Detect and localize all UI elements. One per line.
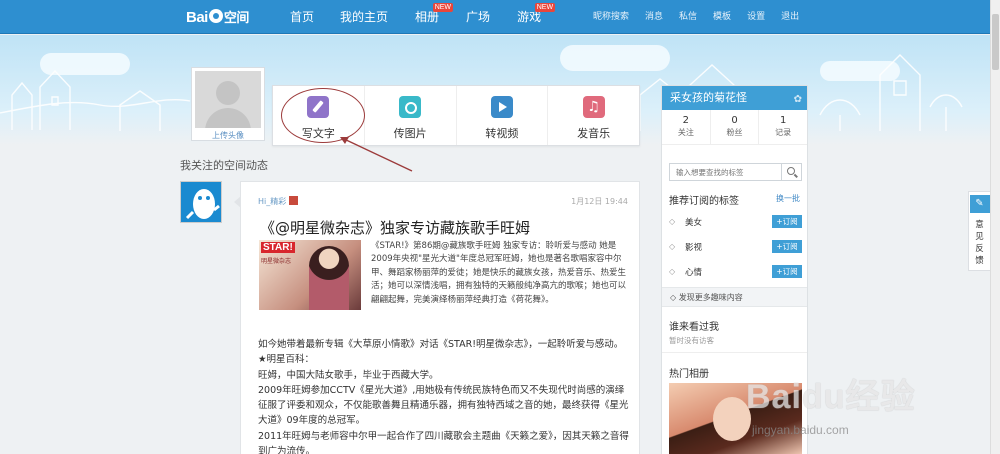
nav-label: 广场 <box>466 10 491 24</box>
username-text: 采女孩的菊花怪 <box>670 91 747 104</box>
nav-nickname-search[interactable]: 昵称搜索 <box>593 0 629 34</box>
stat-number: 2 <box>682 115 690 126</box>
visitors-empty-text: 暂时没有访客 <box>669 336 714 345</box>
scroll-thumb[interactable] <box>992 14 999 70</box>
search-button[interactable] <box>781 164 801 180</box>
divider <box>662 352 807 353</box>
nav-games[interactable]: 游戏 NEW <box>517 0 556 34</box>
stat-number: 1 <box>779 115 787 126</box>
watermark-logo-text: Baidu经验 <box>746 378 916 416</box>
category-icon <box>289 196 299 205</box>
discover-more-link[interactable]: ◇ 发现更多趣味内容 <box>662 287 807 307</box>
post-intro-text: 《STAR!》第86期@藏族歌手旺姆 独家专访：聆听爱与感动 她是2009年央视… <box>371 241 627 305</box>
sidebar-username[interactable]: 采女孩的菊花怪 ✿ <box>662 86 807 110</box>
tag-icon: ◇ <box>670 293 679 302</box>
nav-private-messages[interactable]: 私信 <box>679 0 697 34</box>
subscribe-button[interactable]: +订阅 <box>772 215 802 228</box>
discover-more-text: 发现更多趣味内容 <box>678 293 743 302</box>
tag-name-link[interactable]: 美女 <box>685 216 702 228</box>
post-music-button[interactable]: 发音乐 <box>548 86 639 145</box>
stat-label: 粉丝 <box>726 128 743 137</box>
publish-label: 发音乐 <box>577 127 611 140</box>
nav-label: 游戏 <box>517 10 542 24</box>
tag-name-link[interactable]: 影视 <box>685 241 702 253</box>
feed-section-title: 我关注的空间动态 <box>180 159 268 172</box>
hot-albums-title: 热门相册 <box>669 369 709 380</box>
tag-icon: ◇ <box>669 267 676 276</box>
nav-square[interactable]: 广场 <box>466 0 490 34</box>
magazine-subtitle: 明星微杂志 <box>261 258 292 265</box>
stat-label: 记录 <box>775 128 792 137</box>
new-badge: NEW <box>534 3 556 12</box>
profile-stats: 2 关注 0 粉丝 1 记录 <box>662 110 807 145</box>
gear-icon[interactable]: ✿ <box>794 88 802 112</box>
stat-records[interactable]: 1 记录 <box>759 110 807 144</box>
post-paragraph: ★明星百科： <box>258 354 315 366</box>
share-video-button[interactable]: 转视频 <box>457 86 549 145</box>
stat-following[interactable]: 2 关注 <box>662 110 711 144</box>
user-nav: 昵称搜索 消息 私信 模板 设置 退出 <box>593 0 815 34</box>
post-timestamp: 1月12日 19:44 <box>571 197 628 206</box>
tag-icon: ◇ <box>669 242 676 251</box>
nav-messages[interactable]: 消息 <box>645 0 663 34</box>
tag-row: ◇ 心情 +订阅 <box>669 265 802 279</box>
nav-templates[interactable]: 模板 <box>713 0 731 34</box>
video-icon <box>490 96 513 118</box>
post-title-link[interactable]: 《@明星微杂志》独家专访藏族歌手旺姆 <box>260 217 530 238</box>
music-icon <box>582 96 605 118</box>
search-icon <box>787 167 795 175</box>
post-thumbnail[interactable]: STAR! 明星微杂志 <box>259 240 361 310</box>
publish-label: 转视频 <box>485 127 519 140</box>
tag-search-input[interactable] <box>670 164 780 181</box>
tag-row: ◇ 美女 +订阅 <box>669 215 802 229</box>
mascot-icon <box>185 189 220 220</box>
recommended-tags-title: 推荐订阅的标签 <box>669 196 739 207</box>
post-meta: Hi_精彩 <box>258 196 299 207</box>
tag-name-link[interactable]: 心情 <box>685 266 702 278</box>
watermark-url: jingyan.baidu.com <box>752 423 849 437</box>
tag-search-box <box>669 163 802 181</box>
feed-post-card: Hi_精彩 1月12日 19:44 《@明星微杂志》独家专访藏族歌手旺姆 STA… <box>234 181 640 454</box>
nav-settings[interactable]: 设置 <box>747 0 765 34</box>
baidu-jingyan-watermark: Baidu经验 jingyan.baidu.com <box>746 365 956 445</box>
visitors-title: 谁来看过我 <box>669 322 719 333</box>
tag-row: ◇ 影视 +订阅 <box>669 240 802 254</box>
post-paragraph: 2011年旺姆与老师容中尔甲一起合作了四川藏歌会主题曲《天籁之爱》，因其天籁之音… <box>258 430 629 454</box>
post-paragraph: 2009年旺姆参加CCTV《星光大道》,用她极有传统民族特色而又不失现代时尚感的… <box>258 384 629 427</box>
post-author-avatar[interactable] <box>180 181 222 223</box>
post-paragraph: 旺姆，中国大陆女歌手，毕业于西藏大学。 <box>258 369 439 381</box>
stat-number: 0 <box>731 115 738 126</box>
tag-icon: ◇ <box>669 217 676 226</box>
switch-batch-link[interactable]: 换一批 <box>776 193 800 204</box>
feedback-label: 意见反馈 <box>975 220 984 266</box>
cover-photo <box>309 246 349 310</box>
post-author-link[interactable]: Hi_精彩 <box>258 197 286 206</box>
subscribe-button[interactable]: +订阅 <box>772 265 802 278</box>
subscribe-button[interactable]: +订阅 <box>772 240 802 253</box>
pen-icon: ✎ <box>969 195 990 213</box>
stat-fans[interactable]: 0 粉丝 <box>711 110 760 144</box>
page-scrollbar[interactable] <box>990 0 1000 454</box>
magazine-logo: STAR! <box>261 242 295 253</box>
feedback-tab[interactable]: ✎ 意见反馈 <box>968 191 990 271</box>
post-paragraph: 如今她带着最新专辑《大草原小情歌》对话《STAR!明星微杂志》，一起聆听爱与感动… <box>258 339 624 350</box>
nav-logout[interactable]: 退出 <box>781 0 799 34</box>
post-body: 如今她带着最新专辑《大草原小情歌》对话《STAR!明星微杂志》，一起聆听爱与感动… <box>258 337 633 454</box>
stat-label: 关注 <box>677 128 694 137</box>
